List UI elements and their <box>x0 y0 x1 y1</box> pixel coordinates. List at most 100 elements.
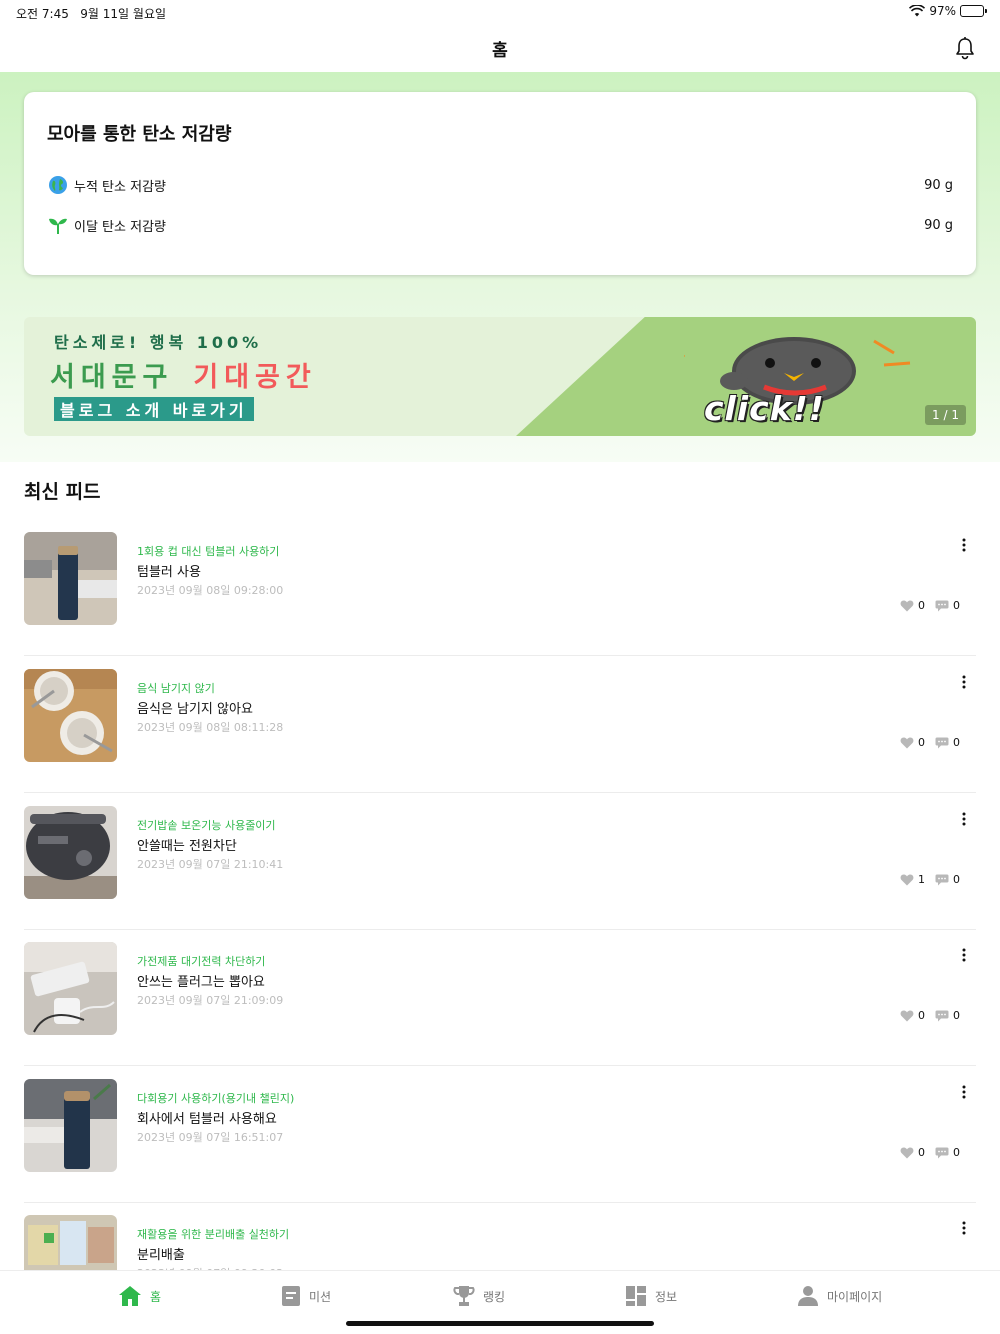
like-button[interactable]: 0 <box>900 1009 925 1022</box>
feed-item[interactable]: 전기밥솥 보온기능 사용줄이기 안쓸때는 전원차단 2023년 09월 07일 … <box>24 793 976 930</box>
home-indicator <box>346 1321 654 1326</box>
feed-stats: 0 0 <box>890 1146 960 1159</box>
feed-item[interactable]: 가전제품 대기전력 차단하기 안쓰는 플러그는 뽑아요 2023년 09월 07… <box>24 929 976 1066</box>
feed-date: 2023년 09월 07일 21:09:09 <box>137 994 284 1007</box>
banner-line2-space: 기대공간 <box>193 362 317 393</box>
feed-mission: 재활용을 위한 분리배출 실천하기 <box>137 1228 290 1241</box>
feed-thumbnail <box>24 532 117 625</box>
feed-item[interactable]: 다회용기 사용하기(용기내 챌린지) 회사에서 텀블러 사용해요 2023년 0… <box>24 1066 976 1203</box>
home-icon <box>119 1286 141 1306</box>
feed-mission: 전기밥솥 보온기능 사용줄이기 <box>137 819 276 832</box>
more-options-icon[interactable] <box>960 811 968 827</box>
comment-count: 0 <box>953 599 960 612</box>
tab-info[interactable]: 정보 <box>625 1285 677 1307</box>
heart-icon <box>900 874 914 885</box>
wifi-icon <box>909 5 926 17</box>
more-options-icon[interactable] <box>960 1220 968 1236</box>
comment-count: 0 <box>953 873 960 886</box>
feed-mission: 가전제품 대기전력 차단하기 <box>137 955 266 968</box>
tab-info-label: 정보 <box>655 1289 678 1304</box>
like-count: 1 <box>918 873 925 886</box>
battery-icon <box>960 5 987 17</box>
tab-ranking[interactable]: 랭킹 <box>453 1285 505 1307</box>
feed-thumbnail <box>24 806 117 899</box>
comment-icon <box>935 874 949 885</box>
comment-button[interactable]: 0 <box>935 1009 960 1022</box>
tab-mission[interactable]: 미션 <box>281 1285 331 1307</box>
more-options-icon[interactable] <box>960 537 968 553</box>
comment-button[interactable]: 0 <box>935 599 960 612</box>
banner-line1: 탄소제로! 행복 100% <box>54 333 263 352</box>
comment-count: 0 <box>953 1146 960 1159</box>
like-count: 0 <box>918 1009 925 1022</box>
trophy-icon <box>453 1286 475 1306</box>
banner-blog-link: 블로그 소개 바로가기 <box>54 397 254 421</box>
feed-stats: 0 0 <box>890 1009 960 1022</box>
like-button[interactable]: 0 <box>900 1146 925 1159</box>
comment-count: 0 <box>953 736 960 749</box>
promo-banner[interactable]: 탄소제로! 행복 100% 서대문구 기대공간 블로그 소개 바로가기 click… <box>24 317 976 436</box>
feed-date: 2023년 09월 08일 09:28:00 <box>137 584 284 597</box>
like-count: 0 <box>918 736 925 749</box>
cumulative-carbon-row: 누적 탄소 저감량 90 g <box>48 173 953 197</box>
comment-button[interactable]: 0 <box>935 873 960 886</box>
like-button[interactable]: 0 <box>900 599 925 612</box>
comment-icon <box>935 737 949 748</box>
banner-line2-district: 서대문구 <box>50 362 174 393</box>
heart-icon <box>900 1010 914 1021</box>
feed-stats: 0 0 <box>890 599 960 612</box>
feed-mission: 음식 남기지 않기 <box>137 682 215 695</box>
feed-item[interactable]: 1회용 컵 대신 텀블러 사용하기 텀블러 사용 2023년 09월 08일 0… <box>24 519 976 656</box>
latest-feed-title: 최신 피드 <box>24 481 101 503</box>
comment-button[interactable]: 0 <box>935 1146 960 1159</box>
feed-date: 2023년 09월 08일 08:11:28 <box>137 721 284 734</box>
status-right: 97% <box>909 4 987 18</box>
feed-thumbnail <box>24 669 117 762</box>
comment-count: 0 <box>953 1009 960 1022</box>
heart-icon <box>900 1147 914 1158</box>
like-count: 0 <box>918 599 925 612</box>
status-bar: 오전 7:45 9월 11일 월요일 97% <box>0 0 1000 26</box>
battery-percent: 97% <box>929 4 956 18</box>
feed-title: 텀블러 사용 <box>137 565 201 580</box>
feed-date: 2023년 09월 07일 21:10:41 <box>137 858 284 871</box>
tab-ranking-label: 랭킹 <box>483 1289 506 1304</box>
like-button[interactable]: 1 <box>900 873 925 886</box>
feed-title: 분리배출 <box>137 1248 185 1263</box>
more-options-icon[interactable] <box>960 1084 968 1100</box>
feed-thumbnail <box>24 942 117 1035</box>
tab-mypage-label: 마이페이지 <box>827 1289 883 1304</box>
tab-mypage[interactable]: 마이페이지 <box>797 1285 882 1307</box>
monthly-carbon-label: 이달 탄소 저감량 <box>74 219 166 235</box>
tab-home-label: 홈 <box>150 1289 162 1304</box>
more-options-icon[interactable] <box>960 674 968 690</box>
comment-button[interactable]: 0 <box>935 736 960 749</box>
more-options-icon[interactable] <box>960 947 968 963</box>
feed-title: 회사에서 텀블러 사용해요 <box>137 1112 277 1127</box>
globe-icon <box>48 175 68 195</box>
grid-icon <box>626 1286 646 1306</box>
comment-icon <box>935 1010 949 1021</box>
feed-title: 안쓸때는 전원차단 <box>137 839 237 854</box>
monthly-carbon-value: 90 g <box>924 217 953 233</box>
feed-mission: 1회용 컵 대신 텀블러 사용하기 <box>137 545 280 558</box>
feed-stats: 1 0 <box>890 873 960 886</box>
comment-icon <box>935 1147 949 1158</box>
feed-date: 2023년 09월 07일 16:51:07 <box>137 1131 284 1144</box>
feed-thumbnail <box>24 1079 117 1172</box>
card-title: 모아를 통한 탄소 저감량 <box>47 124 232 145</box>
page-title: 홈 <box>492 41 508 61</box>
banner-click-text: click!! <box>704 389 825 428</box>
nav-bar: 홈 <box>0 26 1000 72</box>
tab-home[interactable]: 홈 <box>118 1285 161 1307</box>
feed-item[interactable]: 음식 남기지 않기 음식은 남기지 않아요 2023년 09월 08일 08:1… <box>24 656 976 793</box>
monthly-carbon-row: 이달 탄소 저감량 90 g <box>48 213 953 237</box>
like-button[interactable]: 0 <box>900 736 925 749</box>
feed-title: 안쓰는 플러그는 뽑아요 <box>137 975 265 990</box>
sprout-icon <box>48 215 68 235</box>
comment-icon <box>935 600 949 611</box>
heart-icon <box>900 600 914 611</box>
bell-icon[interactable] <box>954 36 976 60</box>
cumulative-carbon-label: 누적 탄소 저감량 <box>74 179 166 195</box>
banner-line2: 서대문구 기대공간 <box>50 355 317 394</box>
